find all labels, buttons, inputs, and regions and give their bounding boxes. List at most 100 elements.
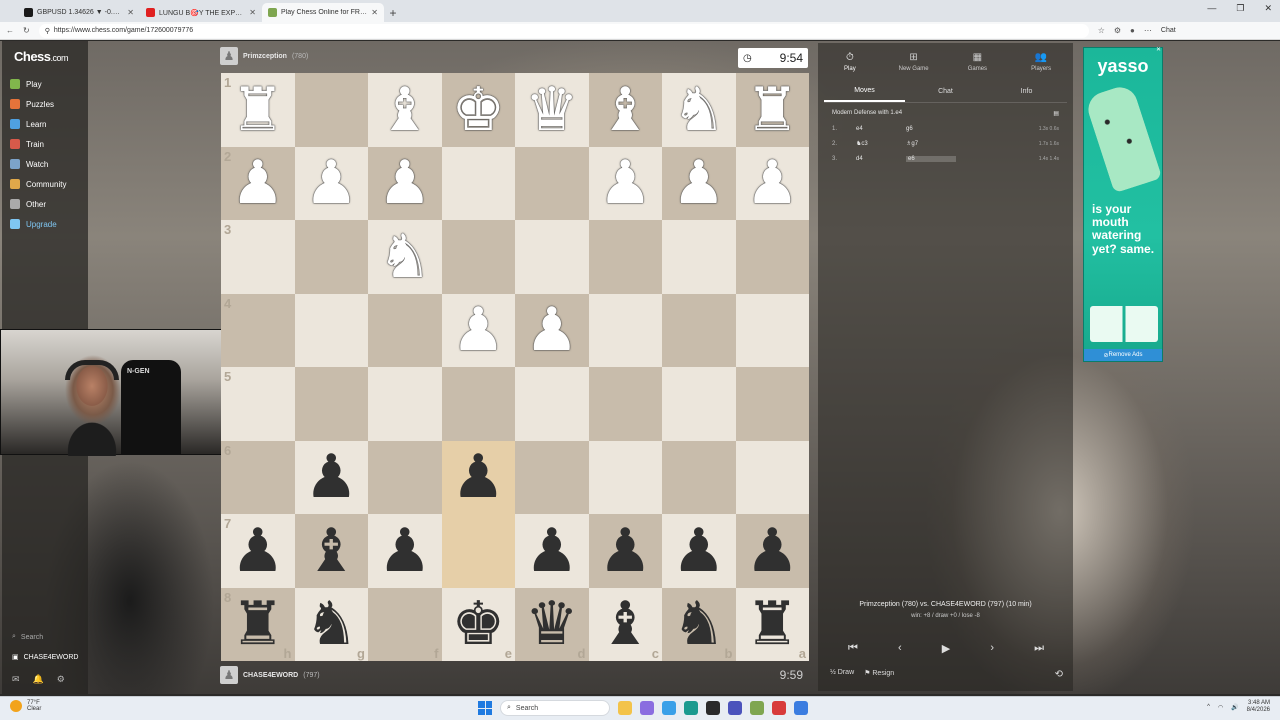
- board-square[interactable]: ♟: [441, 293, 515, 367]
- board-square[interactable]: [515, 220, 589, 294]
- board-square[interactable]: [294, 367, 368, 441]
- edge-browser-icon[interactable]: [684, 701, 698, 715]
- black-rook-icon[interactable]: ♜: [745, 594, 799, 654]
- tab-players[interactable]: 👥 Players: [1009, 43, 1073, 81]
- chess-app-icon[interactable]: [750, 701, 764, 715]
- board-square[interactable]: c ♝: [588, 587, 662, 661]
- sidebar-item-watch[interactable]: Watch: [10, 154, 66, 174]
- board-square[interactable]: ♟: [735, 514, 809, 588]
- black-pawn-icon[interactable]: ♟: [745, 521, 799, 581]
- board-square[interactable]: ♟: [662, 514, 736, 588]
- browser-tab[interactable]: GBPUSD 1.34626 ▼ -0.04% $100... ✕: [18, 3, 140, 22]
- black-pawn-icon[interactable]: ♟: [598, 521, 652, 581]
- tab-chat[interactable]: Chat: [905, 81, 986, 102]
- sidebar-search[interactable]: ⌕ Search: [12, 633, 43, 641]
- black-pawn-icon[interactable]: ♟: [451, 447, 505, 507]
- messages-icon[interactable]: ✉: [12, 674, 20, 685]
- sidebar-user[interactable]: ▣ CHASE4EWORD: [12, 653, 78, 662]
- recorder-icon[interactable]: [772, 701, 786, 715]
- book-icon[interactable]: ▤: [1053, 110, 1059, 117]
- white-move[interactable]: ♞c3: [856, 140, 906, 147]
- white-pawn-icon[interactable]: ♟: [231, 153, 285, 213]
- black-pawn-icon[interactable]: ♟: [304, 447, 358, 507]
- wifi-icon[interactable]: ◠: [1218, 704, 1223, 711]
- last-move-icon[interactable]: ⏭: [1034, 642, 1044, 655]
- taskbar-search[interactable]: ⌕ Search: [500, 700, 610, 716]
- white-bishop-icon[interactable]: ♝: [598, 80, 652, 140]
- tab-close-icon[interactable]: ✕: [371, 8, 378, 17]
- file-explorer-icon[interactable]: [618, 701, 632, 715]
- board-square[interactable]: e ♚: [441, 587, 515, 661]
- board-square[interactable]: 8 h ♜: [221, 587, 295, 661]
- own-name[interactable]: CHASE4EWORD: [243, 672, 298, 679]
- board-square[interactable]: 2 ♟: [221, 146, 295, 220]
- black-king-icon[interactable]: ♚: [451, 594, 505, 654]
- weather-widget[interactable]: 77°F Clear: [10, 700, 41, 712]
- board-square[interactable]: [441, 146, 515, 220]
- opponent-avatar[interactable]: ♟: [220, 47, 238, 65]
- board-square[interactable]: ♚: [441, 73, 515, 147]
- black-pawn-icon[interactable]: ♟: [378, 521, 432, 581]
- extensions-icon[interactable]: ⚙: [1114, 26, 1121, 35]
- board-square[interactable]: [368, 293, 442, 367]
- new-tab-button[interactable]: +: [384, 3, 402, 22]
- advertisement[interactable]: ✕ yasso is your mouth watering yet? same…: [1083, 47, 1163, 362]
- store-icon[interactable]: [794, 701, 808, 715]
- white-knight-icon[interactable]: ♞: [378, 227, 432, 287]
- board-square[interactable]: [735, 220, 809, 294]
- back-icon[interactable]: ←: [6, 26, 14, 35]
- board-square[interactable]: [441, 220, 515, 294]
- browser-tab[interactable]: LUNGU B🎯Y THE EXPERIENCE ✕: [140, 3, 262, 22]
- tab-new-game[interactable]: ⊞ New Game: [882, 43, 946, 81]
- board-square[interactable]: [441, 367, 515, 441]
- board-square[interactable]: a ♜: [735, 587, 809, 661]
- white-move[interactable]: d4: [856, 156, 906, 162]
- teams-icon[interactable]: [728, 701, 742, 715]
- board-square[interactable]: ♟: [294, 440, 368, 514]
- board-square[interactable]: ♝: [294, 514, 368, 588]
- white-rook-icon[interactable]: ♜: [231, 80, 285, 140]
- board-square[interactable]: ♛: [515, 73, 589, 147]
- windows-start-icon[interactable]: [478, 701, 492, 715]
- tray-overflow-icon[interactable]: ^: [1207, 704, 1210, 710]
- sidebar-item-play[interactable]: Play: [10, 74, 66, 94]
- tab-close-icon[interactable]: ✕: [249, 8, 256, 17]
- tab-info[interactable]: Info: [986, 81, 1067, 102]
- terminal-icon[interactable]: [706, 701, 720, 715]
- copilot-icon[interactable]: [640, 701, 654, 715]
- board-square[interactable]: [662, 440, 736, 514]
- sidebar-item-community[interactable]: Community: [10, 174, 66, 194]
- black-rook-icon[interactable]: ♜: [231, 594, 285, 654]
- previous-move-icon[interactable]: ‹: [898, 642, 902, 655]
- ad-close-icon[interactable]: ✕: [1156, 46, 1161, 53]
- sidebar-item-other[interactable]: Other: [10, 194, 66, 214]
- black-bishop-icon[interactable]: ♝: [598, 594, 652, 654]
- close-window-icon[interactable]: ✕: [1264, 3, 1272, 14]
- copilot-chat-button[interactable]: Chat: [1161, 27, 1176, 34]
- board-square[interactable]: ♜: [735, 73, 809, 147]
- board-square[interactable]: ♟: [368, 514, 442, 588]
- board-square[interactable]: g ♞: [294, 587, 368, 661]
- board-square[interactable]: ♝: [588, 73, 662, 147]
- flip-board-icon[interactable]: ⟲: [1055, 669, 1063, 680]
- board-square[interactable]: ♟: [588, 146, 662, 220]
- white-pawn-icon[interactable]: ♟: [598, 153, 652, 213]
- sidebar-item-train[interactable]: Train: [10, 134, 66, 154]
- board-square[interactable]: [588, 367, 662, 441]
- resign-button[interactable]: ⚑ Resign: [864, 669, 894, 677]
- board-square[interactable]: [588, 440, 662, 514]
- black-bishop-icon[interactable]: ♝: [304, 521, 358, 581]
- white-pawn-icon[interactable]: ♟: [378, 153, 432, 213]
- next-move-icon[interactable]: ›: [990, 642, 994, 655]
- black-pawn-icon[interactable]: ♟: [231, 521, 285, 581]
- white-pawn-icon[interactable]: ♟: [304, 153, 358, 213]
- board-square[interactable]: [515, 440, 589, 514]
- maximize-icon[interactable]: ❐: [1236, 3, 1244, 14]
- board-square[interactable]: 1 ♜: [221, 73, 295, 147]
- black-knight-icon[interactable]: ♞: [672, 594, 726, 654]
- board-square[interactable]: [588, 220, 662, 294]
- favorites-icon[interactable]: ☆: [1098, 26, 1105, 35]
- tab-moves[interactable]: Moves: [824, 81, 905, 102]
- notifications-icon[interactable]: 🔔: [33, 674, 44, 685]
- board-square[interactable]: ♟: [515, 514, 589, 588]
